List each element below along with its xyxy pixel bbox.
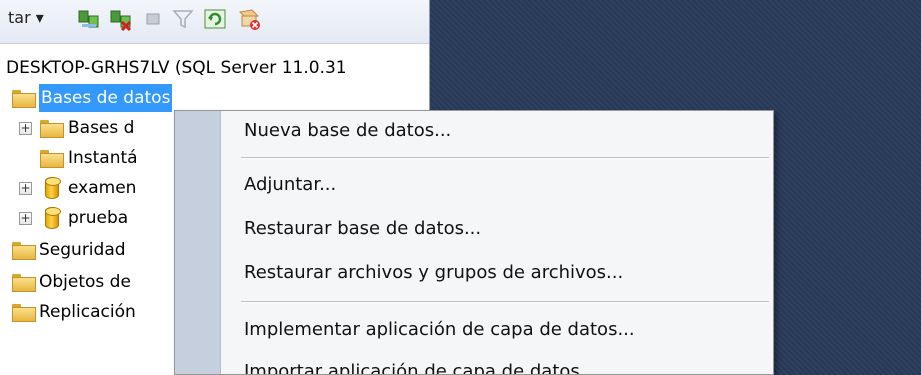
refresh-icon[interactable] [202,6,228,32]
expand-icon[interactable]: + [19,182,32,195]
tree-node-label: prueba [68,208,129,228]
stop-icon[interactable] [140,6,166,32]
menu-item-deploy-data-tier[interactable]: Implementar aplicación de capa de datos.… [222,314,767,346]
tree-node-label: Instantá [68,148,138,168]
menu-item-new-database[interactable]: Nueva base de datos... [222,115,767,147]
filter-icon[interactable] [170,6,196,32]
disconnect-icon[interactable] [108,6,134,32]
tree-node-label: Objetos de [39,272,131,292]
database-icon [45,207,61,229]
menu-item-restore-files[interactable]: Restaurar archivos y grupos de archivos.… [222,257,767,289]
menu-item-restore-database[interactable]: Restaurar base de datos... [222,213,767,245]
delete-icon[interactable] [236,6,262,32]
connect-icon[interactable] [76,6,102,32]
expand-icon[interactable]: + [19,122,32,135]
menu-separator [241,301,769,303]
database-icon [45,177,61,199]
tree-node-label: Replicación [39,302,136,322]
menu-item-attach[interactable]: Adjuntar... [222,169,767,201]
folder-icon [12,274,36,292]
folder-icon [12,242,36,260]
folder-icon [12,304,36,322]
folder-icon [12,90,36,108]
object-explorer-toolbar: tar ▾ [0,0,429,44]
folder-icon [40,150,64,168]
tree-node-label: Bases de datos [39,84,173,112]
server-name: DESKTOP-GRHS7LV (SQL Server 11.0.31 [6,58,347,78]
tree-node-label: Bases d [68,118,135,138]
databases-context-menu: Nueva base de datos... Adjuntar... Resta… [174,110,774,375]
tree-node-label: examen [68,178,137,198]
folder-icon [40,120,64,138]
menu-icon-gutter [175,111,221,374]
connect-dropdown-button[interactable]: tar ▾ [8,8,44,27]
expand-icon[interactable]: + [19,212,32,225]
tree-node-databases[interactable]: Bases de datos [0,84,429,112]
menu-separator [241,157,769,159]
tree-node-label: Seguridad [39,240,126,260]
menu-item-import-data-tier[interactable]: Importar aplicación de capa de datos... [222,356,767,374]
